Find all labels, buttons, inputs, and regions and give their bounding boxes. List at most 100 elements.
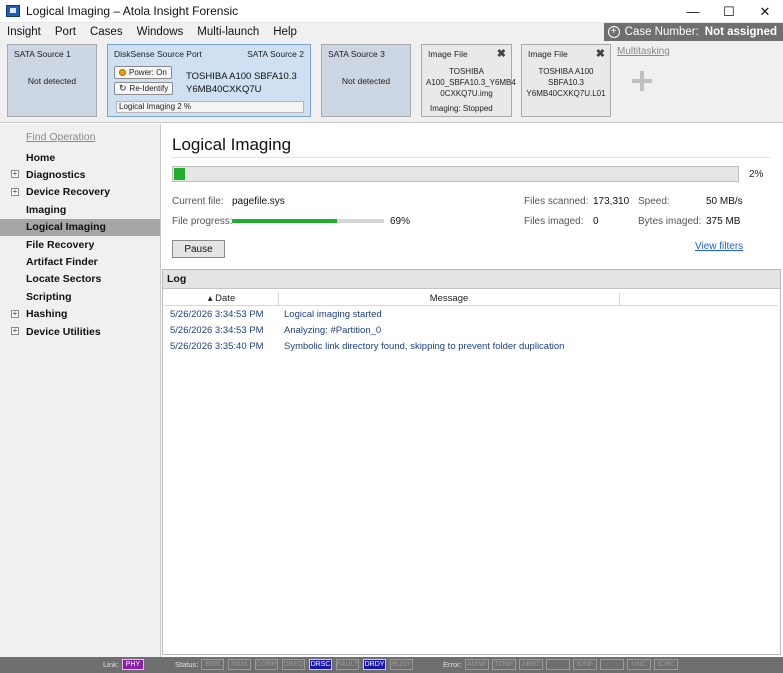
log-date: 5/26/2026 3:34:53 PM [170,308,264,320]
image-file-line-3: 0CXKQ7U.img [440,89,493,98]
pause-button[interactable]: Pause [172,240,225,258]
status-flag-indx: INDX [228,659,251,670]
sidebar: Find Operation Home + Diagnostics + Device… [0,124,161,657]
status-label: Status: [175,660,199,669]
error-flag-icrc: ICRC [654,659,678,670]
files-imaged-label: Files imaged: [524,216,584,227]
file-progress-label: File progress: [172,216,233,227]
sidebar-item-label: Device Utilities [26,325,101,338]
device-card-image-file-1[interactable]: Image File ✖ TOSHIBA A100_SBFA10.3_Y6MB4… [421,44,516,117]
sidebar-item-file-recovery[interactable]: File Recovery [0,236,160,253]
log-column-message[interactable]: Message [279,293,620,306]
sidebar-item-artifact-finder[interactable]: Artifact Finder [0,253,160,270]
sidebar-item-device-utilities[interactable]: + Device Utilities [0,323,160,340]
drive-model: TOSHIBA A100 SBFA10.3 Y6MB40CXKQ7U [186,70,297,96]
menu-windows[interactable]: Windows [130,23,191,41]
sidebar-item-label: Imaging [26,203,67,216]
app-icon [6,5,20,17]
sidebar-item-hashing[interactable]: + Hashing [0,306,160,323]
error-flag-amnf: AMNF [465,659,489,670]
add-case-icon: + [607,26,620,38]
log-date: 5/26/2026 3:34:53 PM [170,324,264,336]
view-filters-link[interactable]: View filters [695,241,743,252]
page-title: Logical Imaging [172,135,292,154]
log-row[interactable]: 5/26/2026 3:35:40 PM Symbolic link direc… [165,338,778,354]
minimize-button[interactable]: — [675,0,711,23]
case-number-button[interactable]: + Case Number: Not assigned [603,23,783,41]
log-row[interactable]: 5/26/2026 3:34:53 PM Analyzing: #Partiti… [165,322,778,338]
image-file-line-2: A100_SBFA10.3_Y6MB4 [426,78,516,87]
sidebar-item-label: Locate Sectors [26,273,102,286]
files-scanned-value: 173,310 [593,196,630,207]
log-date: 5/26/2026 3:35:40 PM [170,340,264,352]
device-card-sata-source-3[interactable]: SATA Source 3 Not detected [321,44,411,117]
status-flag-err: ERR [201,659,224,670]
add-task-icon[interactable] [632,71,652,91]
status-flag-drdy: DRDY [363,659,386,670]
device-card-image-file-2[interactable]: Image File ✖ TOSHIBA A100 SBFA10.3 Y6MB4… [521,44,611,117]
error-flag-tonf: TONF [492,659,516,670]
title-divider [172,157,771,158]
multitasking-link[interactable]: Multitasking [617,46,670,57]
expand-icon[interactable]: + [11,187,19,196]
error-flag-idnf: IDNF [573,659,597,670]
power-button[interactable]: Power: On [114,66,172,79]
log-column-date[interactable]: ▴ Date [165,293,279,306]
sidebar-item-label: Hashing [26,308,68,321]
refresh-icon: ↻ [119,83,127,93]
reidentify-button[interactable]: ↻ Re-Identify [114,82,174,95]
menu-insight[interactable]: Insight [0,23,48,41]
sidebar-item-device-recovery[interactable]: + Device Recovery [0,184,160,201]
window-controls: — ☐ ✕ [675,0,783,23]
device-progress: Logical Imaging 2 % [116,101,304,113]
device-name: Image File [528,49,568,59]
log-panel: Log ▴ Date Message 5/26/2026 3:34:53 PM … [162,269,781,655]
sidebar-item-diagnostics[interactable]: + Diagnostics [0,166,160,183]
image-file-line-1: TOSHIBA A100 [538,67,594,76]
error-flag-unc: UNC [627,659,651,670]
device-name: DiskSense Source Port [114,49,202,59]
imaging-status: Imaging: Stopped [430,104,493,113]
sidebar-item-label: Artifact Finder [26,256,98,269]
image-file-line-3: Y6MB40CXKQ7U.L01 [526,89,606,98]
close-icon[interactable]: ✖ [497,47,506,60]
sidebar-item-locate-sectors[interactable]: Locate Sectors [0,271,160,288]
device-card-disksense[interactable]: DiskSense Source Port SATA Source 2 Powe… [107,44,311,117]
error-flag-abrt: ABRT [519,659,543,670]
sidebar-item-label: Logical Imaging [26,221,106,234]
log-message: Logical imaging started [284,308,382,320]
sidebar-item-home[interactable]: Home [0,149,160,166]
menu-cases[interactable]: Cases [83,23,130,41]
expand-icon[interactable]: + [11,170,19,179]
expand-icon[interactable]: + [11,309,19,318]
menu-help[interactable]: Help [266,23,304,41]
status-flag-fault: FAULT [336,659,359,670]
bytes-imaged-value: 375 MB [706,216,741,227]
power-button-label: Power: On [129,68,167,77]
device-card-sata-source-1[interactable]: SATA Source 1 Not detected [7,44,97,117]
sidebar-item-imaging[interactable]: Imaging [0,201,160,218]
menu-multi-launch[interactable]: Multi-launch [190,23,266,41]
sidebar-item-logical-imaging[interactable]: Logical Imaging [0,218,160,236]
overall-progress-bar [172,166,739,182]
current-file-label: Current file: [172,196,224,207]
find-operation-link[interactable]: Find Operation [26,131,95,143]
log-column-spacer [620,293,778,306]
log-row[interactable]: 5/26/2026 3:34:53 PM Logical imaging sta… [165,306,778,322]
device-port: SATA Source 2 [247,49,304,59]
image-file-name: TOSHIBA A100 SBFA10.3 Y6MB40CXKQ7U.L01 [526,66,606,99]
sidebar-item-scripting[interactable]: Scripting [0,288,160,305]
log-header-row: ▴ Date Message [165,293,778,306]
overall-progress-percent: 2% [749,169,764,180]
device-status: Not detected [341,76,391,86]
power-icon [119,69,126,76]
close-icon[interactable]: ✖ [596,47,605,60]
menu-port[interactable]: Port [48,23,83,41]
expand-icon[interactable]: + [11,326,19,335]
speed-value: 50 MB/s [706,196,743,207]
error-flag-blank-2 [600,659,624,670]
link-label: Link: [103,660,119,669]
close-button[interactable]: ✕ [747,0,783,23]
maximize-button[interactable]: ☐ [711,0,747,23]
device-name: SATA Source 3 [328,49,385,59]
